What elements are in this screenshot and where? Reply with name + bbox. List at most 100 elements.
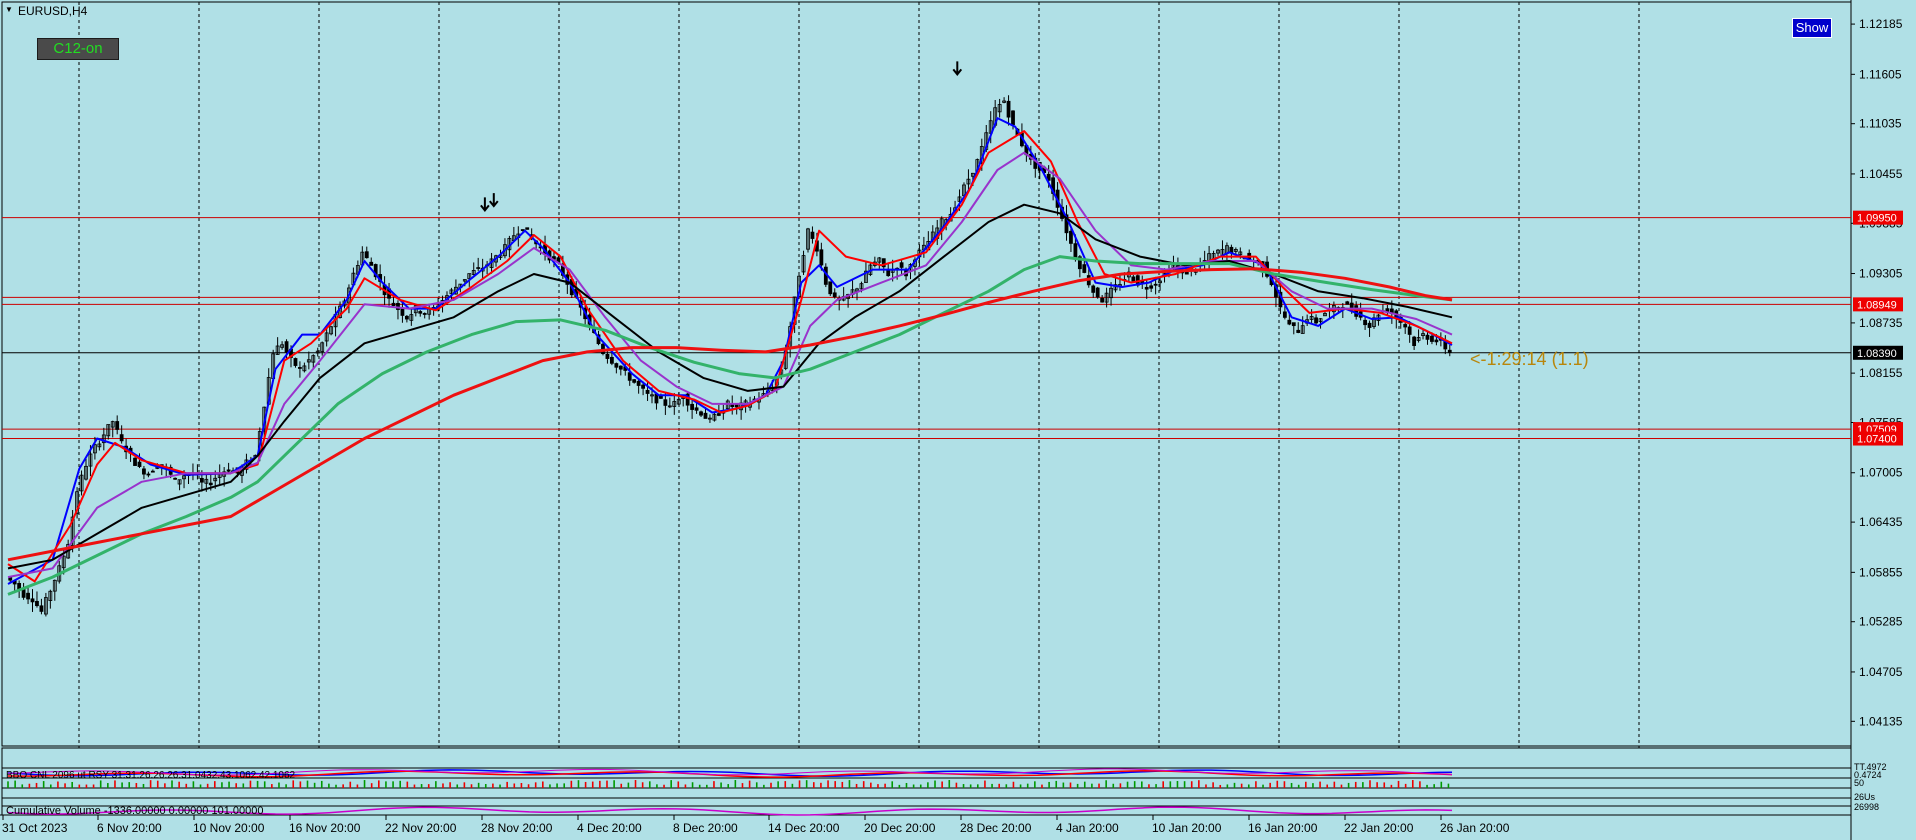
volume-bar (1098, 783, 1100, 788)
volume-bar (691, 782, 694, 788)
volume-bar (955, 782, 958, 788)
volume-bar (21, 784, 24, 788)
volume-bar (1105, 780, 1107, 788)
volume-bar (877, 784, 879, 788)
candle-body (418, 311, 423, 314)
candle-body (1153, 283, 1158, 286)
volume-bar (1041, 784, 1043, 788)
candle-body (1069, 230, 1073, 244)
volume-bar (1362, 782, 1364, 788)
volume-bar (271, 784, 273, 788)
c12-toggle-button[interactable]: C12-on (37, 38, 119, 60)
current-price-label: 1.08390 (1857, 348, 1897, 360)
volume-bar (848, 780, 851, 788)
volume-bar (1305, 781, 1307, 788)
volume-bar (1219, 784, 1222, 788)
volume-bar (285, 784, 287, 788)
volume-bar (1205, 784, 1207, 788)
volume-bar (1383, 782, 1386, 788)
volume-bar (1283, 781, 1286, 788)
volume-bar (934, 780, 936, 788)
volume-bar (976, 784, 979, 788)
volume-bar (919, 784, 922, 788)
volume-bar (342, 784, 344, 788)
chart-window: 1.121851.116051.110351.104551.098851.093… (0, 0, 1916, 840)
candle-body (1434, 339, 1439, 343)
candle-body (663, 399, 668, 406)
y-tick-label: 1.08735 (1859, 316, 1903, 330)
candle-body (1296, 329, 1301, 333)
volume-bar (763, 784, 765, 788)
candle-body (284, 341, 289, 353)
candle-body (1095, 287, 1100, 298)
volume-bar (1376, 782, 1378, 788)
volume-bar (406, 781, 409, 788)
volume-bar (1133, 781, 1136, 788)
volume-bar (78, 784, 81, 788)
x-tick-label: 26 Jan 20:00 (1440, 821, 1510, 835)
volume-bar (734, 780, 737, 788)
volume-bar (1119, 783, 1122, 788)
y-tick-label: 1.09305 (1859, 267, 1903, 281)
indicator-panel (1, 787, 1852, 799)
y-tick-label: 1.04705 (1859, 665, 1903, 679)
candle-body (1282, 311, 1287, 318)
volume-bar (1169, 781, 1172, 788)
candle-body (694, 407, 699, 411)
candle-body (173, 477, 178, 480)
volume-bar (263, 781, 266, 788)
volume-bar (1148, 784, 1150, 788)
volume-bar (107, 783, 109, 788)
volume-bar (492, 783, 494, 788)
symbol-menu-icon[interactable]: ▼ (5, 5, 13, 14)
volume-bar (591, 781, 594, 788)
cumulative-volume-label: Cumulative Volume -1336.00000 0.00000 10… (6, 805, 263, 817)
volume-bar (156, 780, 159, 788)
volume-bar (912, 784, 915, 788)
volume-bar (1354, 781, 1357, 788)
volume-bar (1226, 784, 1229, 788)
volume-bar (1312, 783, 1314, 788)
x-tick-label: 16 Nov 20:00 (289, 821, 361, 835)
volume-bar (991, 783, 993, 788)
volume-bar (413, 784, 416, 788)
candle-body (1091, 285, 1096, 293)
candle-body (1447, 349, 1452, 353)
volume-bar (870, 782, 872, 788)
volume-bar (57, 781, 59, 788)
volume-bar (449, 782, 451, 788)
volume-bar (755, 782, 758, 788)
volume-bar (199, 784, 202, 788)
volume-bar (613, 780, 615, 788)
y-tick-label: 1.10455 (1859, 167, 1903, 181)
volume-bar (606, 780, 608, 788)
volume-bar (834, 781, 836, 788)
volume-bar (1397, 780, 1400, 788)
volume-bar (1019, 784, 1022, 788)
candle-body (1100, 297, 1105, 303)
candle-body (30, 598, 35, 603)
indicator-scale-label: 26998 (1854, 802, 1879, 812)
volume-bar (356, 784, 359, 788)
candle-body (810, 231, 815, 239)
volume-bar (862, 781, 865, 788)
volume-bar (1198, 780, 1200, 788)
volume-bar (713, 781, 715, 788)
volume-bar (1083, 781, 1086, 788)
candle-body (208, 482, 213, 486)
candle-body (146, 473, 151, 476)
show-button[interactable]: Show (1792, 18, 1832, 38)
y-tick-label: 1.04135 (1859, 714, 1903, 728)
x-tick-label: 22 Jan 20:00 (1344, 821, 1414, 835)
volume-bar (1426, 784, 1428, 788)
candle-body (1367, 322, 1372, 328)
volume-bar (85, 784, 88, 788)
volume-bar (35, 782, 38, 788)
volume-bar (171, 780, 173, 788)
candle-body (39, 605, 44, 612)
candle-body (35, 600, 39, 607)
volume-bar (1141, 781, 1143, 788)
candle-body (886, 269, 891, 277)
volume-bar (727, 784, 730, 788)
candle-body (369, 261, 374, 266)
